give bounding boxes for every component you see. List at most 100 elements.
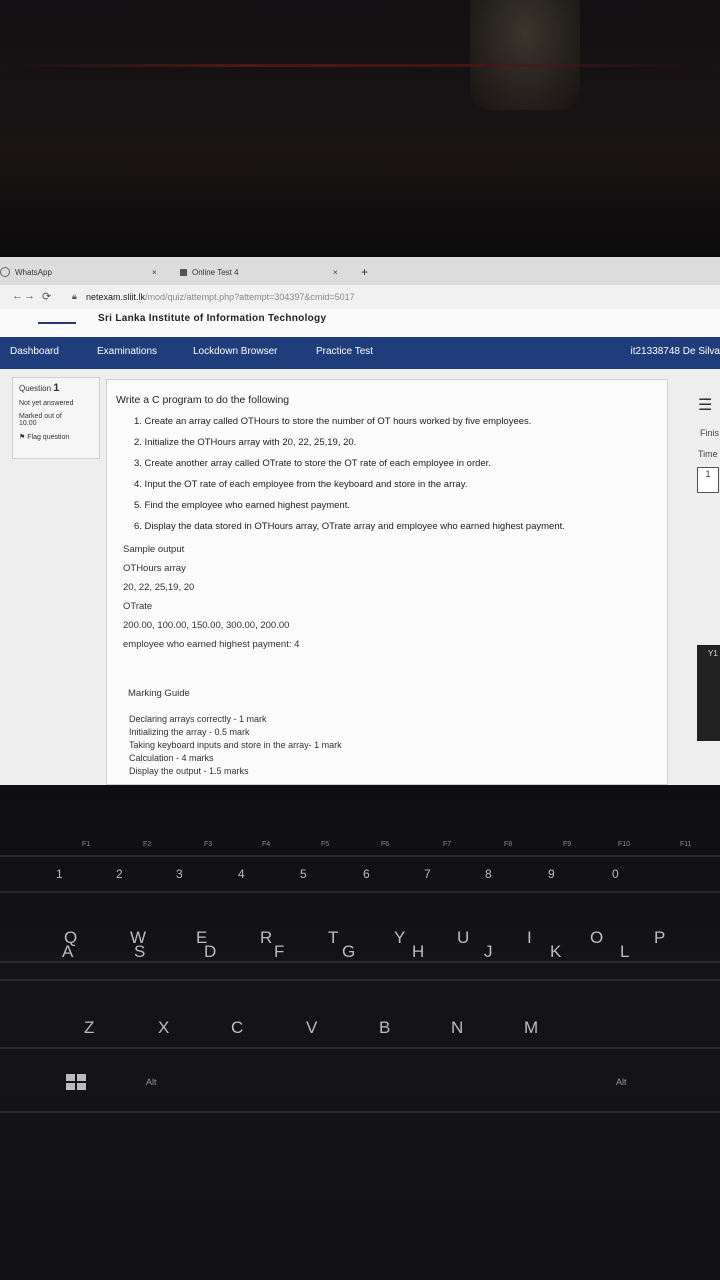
laptop-keyboard: F1 F2 F3 F4 F5 F6 F7 F8 F9 F10 F11 1 2 3… xyxy=(0,785,720,1280)
f8-key[interactable]: F8 xyxy=(504,841,512,848)
marking-guide-line: Taking keyboard inputs and store in the … xyxy=(129,740,342,750)
forward-arrow-icon[interactable]: → xyxy=(24,290,35,302)
key-g[interactable]: G xyxy=(342,942,355,962)
key-b[interactable]: B xyxy=(379,1018,390,1038)
question-intro: Write a C program to do the following xyxy=(116,394,290,406)
finish-attempt-link[interactable]: Finis xyxy=(700,428,719,438)
windows-logo-icon[interactable] xyxy=(66,1074,86,1090)
question-number-value: 1 xyxy=(53,382,60,394)
task-item: 4. Input the OT rate of each employee fr… xyxy=(134,479,468,490)
question-nav-button[interactable]: 1 xyxy=(697,467,719,493)
f4-key[interactable]: F4 xyxy=(262,841,270,848)
key-5[interactable]: 5 xyxy=(300,867,307,881)
key-i[interactable]: I xyxy=(527,928,532,948)
room-background xyxy=(0,0,720,250)
tab-label: Online Test 4 xyxy=(192,267,239,277)
key-s[interactable]: S xyxy=(134,942,145,962)
key-1[interactable]: 1 xyxy=(56,867,63,881)
task-item: 1. Create an array called OTHours to sto… xyxy=(134,416,532,427)
question-status: Not yet answered xyxy=(19,400,74,407)
sample-output-line: 20, 22, 25,19, 20 xyxy=(123,582,195,593)
alt-left-key[interactable]: Alt xyxy=(146,1077,157,1087)
tab-close-icon[interactable]: × xyxy=(333,263,338,281)
key-u[interactable]: U xyxy=(457,928,469,948)
hamburger-menu-icon[interactable]: ☰ xyxy=(698,395,712,415)
nav-practice-test[interactable]: Practice Test xyxy=(316,346,373,357)
key-7[interactable]: 7 xyxy=(424,867,431,881)
key-c[interactable]: C xyxy=(231,1018,243,1038)
nav-lockdown-browser[interactable]: Lockdown Browser xyxy=(193,346,277,357)
key-v[interactable]: V xyxy=(306,1018,317,1038)
f2-key[interactable]: F2 xyxy=(143,841,151,848)
key-9[interactable]: 9 xyxy=(548,867,555,881)
key-x[interactable]: X xyxy=(158,1018,169,1038)
url-field[interactable]: netexam.sliit.lk/mod/quiz/attempt.php?at… xyxy=(86,292,355,302)
f6-key[interactable]: F6 xyxy=(381,841,389,848)
key-t[interactable]: T xyxy=(328,928,338,948)
flag-question-button[interactable]: ⚑ Flag question xyxy=(19,433,93,441)
flag-icon: ⚑ xyxy=(19,434,26,441)
key-6[interactable]: 6 xyxy=(363,867,370,881)
nav-dashboard[interactable]: Dashboard xyxy=(10,346,59,357)
back-arrow-icon[interactable]: ← xyxy=(12,290,23,302)
f11-key[interactable]: F11 xyxy=(680,841,692,848)
site-header: Sri Lanka Institute of Information Techn… xyxy=(0,309,720,337)
key-4[interactable]: 4 xyxy=(238,867,245,881)
f7-key[interactable]: F7 xyxy=(443,841,451,848)
reload-icon[interactable]: ⟳ xyxy=(42,290,51,303)
sample-output-line: OTrate xyxy=(123,601,153,612)
laptop-screen: WhatsApp × Online Test 4 × + ← → ⟳ 🔒︎ ne… xyxy=(0,257,720,785)
marking-guide-line: Initializing the array - 0.5 mark xyxy=(129,727,250,737)
key-a[interactable]: A xyxy=(62,942,73,962)
key-o[interactable]: O xyxy=(590,928,603,948)
f9-key[interactable]: F9 xyxy=(563,841,571,848)
key-m[interactable]: M xyxy=(524,1018,538,1038)
key-k[interactable]: K xyxy=(550,942,561,962)
side-panel-label: Y1 xyxy=(708,649,718,658)
question-label: Question xyxy=(19,384,52,393)
tab-close-icon[interactable]: × xyxy=(152,263,157,281)
nav-examinations[interactable]: Examinations xyxy=(97,346,157,357)
key-3[interactable]: 3 xyxy=(176,867,183,881)
key-2[interactable]: 2 xyxy=(116,867,123,881)
alt-right-key[interactable]: Alt xyxy=(616,1077,627,1087)
site-favicon xyxy=(180,268,187,276)
marking-guide-line: Declaring arrays correctly - 1 mark xyxy=(129,714,267,724)
quiz-content: Question 1 Not yet answered Marked out o… xyxy=(0,369,720,785)
question-info-box: Question 1 Not yet answered Marked out o… xyxy=(12,377,100,459)
url-path: /mod/quiz/attempt.php?attempt=304397&cmi… xyxy=(145,292,355,302)
f10-key[interactable]: F10 xyxy=(618,841,630,848)
f1-key[interactable]: F1 xyxy=(82,841,90,848)
key-row-gap xyxy=(0,891,720,893)
lock-icon: 🔒︎ xyxy=(72,291,77,301)
key-row-gap xyxy=(0,855,720,857)
browser-tab-bar: WhatsApp × Online Test 4 × + xyxy=(0,257,720,285)
key-y[interactable]: Y xyxy=(394,928,405,948)
marking-guide-line: Calculation - 4 marks xyxy=(129,753,214,763)
key-row-gap xyxy=(0,1111,720,1113)
key-f[interactable]: F xyxy=(274,942,284,962)
key-z[interactable]: Z xyxy=(84,1018,94,1038)
key-r[interactable]: R xyxy=(260,928,272,948)
new-tab-button[interactable]: + xyxy=(361,263,368,281)
key-0[interactable]: 0 xyxy=(612,867,619,881)
key-p[interactable]: P xyxy=(654,928,665,948)
user-menu[interactable]: it21338748 De Silva xyxy=(630,346,720,357)
key-l[interactable]: L xyxy=(620,942,629,962)
f5-key[interactable]: F5 xyxy=(321,841,329,848)
tab-whatsapp[interactable]: WhatsApp xyxy=(0,263,52,281)
key-d[interactable]: D xyxy=(204,942,216,962)
key-8[interactable]: 8 xyxy=(485,867,492,881)
f3-key[interactable]: F3 xyxy=(204,841,212,848)
key-j[interactable]: J xyxy=(484,942,493,962)
key-n[interactable]: N xyxy=(451,1018,463,1038)
tab-online-test[interactable]: Online Test 4 xyxy=(180,263,239,281)
marked-label: Marked out of xyxy=(19,413,62,420)
whatsapp-icon xyxy=(0,267,10,277)
key-row-gap xyxy=(0,979,720,981)
task-item: 2. Initialize the OTHours array with 20,… xyxy=(134,437,357,448)
marked-value: 10.00 xyxy=(19,420,37,427)
task-item: 3. Create another array called OTrate to… xyxy=(134,458,491,469)
sample-output-line: 200.00, 100.00, 150.00, 300.00, 200.00 xyxy=(123,620,290,631)
key-h[interactable]: H xyxy=(412,942,424,962)
